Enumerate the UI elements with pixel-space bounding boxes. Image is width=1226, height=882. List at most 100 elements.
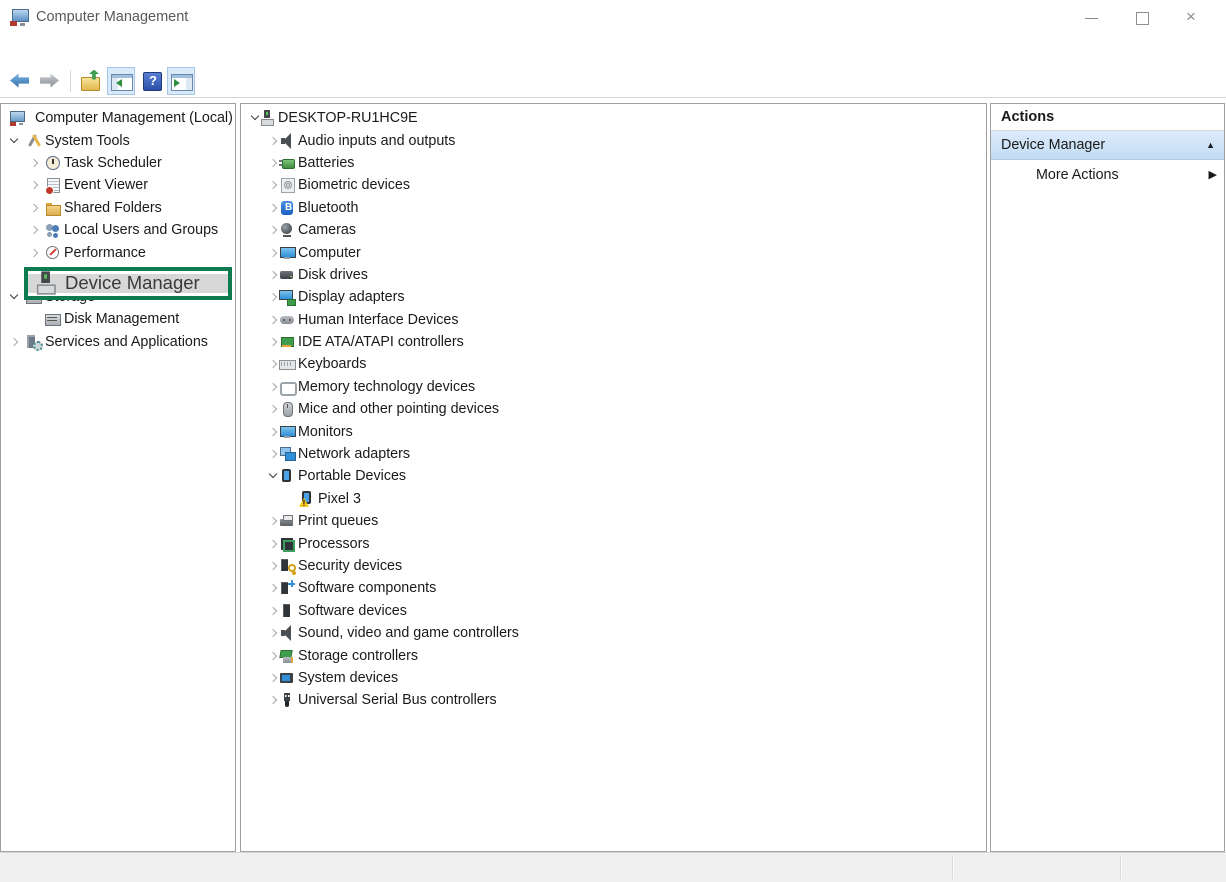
chevron-icon[interactable] [267,289,279,305]
tree-item-label: Computer Management (Local) [35,110,233,126]
show-console-tree-button[interactable] [107,67,135,95]
tree-item-shared-folders[interactable]: Shared Folders [1,197,235,219]
chevron-icon[interactable] [267,648,279,664]
back-button[interactable] [6,67,34,95]
chevron-icon[interactable] [8,133,26,149]
tree-item-biometric-devices[interactable]: Biometric devices [241,174,986,196]
minimize-button[interactable] [1066,0,1116,36]
tree-item-sound-video-and-game-controllers[interactable]: Sound, video and game controllers [241,622,986,644]
display-adapters-icon [279,289,295,305]
tree-item-security-devices[interactable]: Security devices [241,555,986,577]
chevron-icon[interactable] [28,311,45,327]
tree-item-label: Display adapters [298,289,405,305]
chevron-icon[interactable] [28,222,45,238]
chevron-icon[interactable] [8,334,26,350]
tree-item-processors[interactable]: Processors [241,532,986,554]
tree-item-ide-ata-atapi-controllers[interactable]: IDE ATA/ATAPI controllers [241,331,986,353]
collapse-icon[interactable]: ▲ [1206,140,1215,150]
chevron-icon[interactable] [267,513,279,529]
tree-item-label: Cameras [298,222,356,238]
tree-item-bluetooth[interactable]: Bluetooth [241,197,986,219]
chevron-icon[interactable] [249,110,259,126]
chevron-icon[interactable] [28,245,45,261]
tree-item-software-devices[interactable]: Software devices [241,600,986,622]
chevron-icon[interactable] [267,424,279,440]
software-components-icon [279,580,295,596]
chevron-icon[interactable] [267,580,279,596]
more-actions-item[interactable]: More Actions ▶ [991,160,1224,189]
tree-item-pixel-3[interactable]: Pixel 3 [241,488,986,510]
chevron-icon[interactable] [267,200,279,216]
tree-item-computer-management[interactable]: Computer Management (Local) [1,107,235,129]
chevron-icon[interactable] [267,312,279,328]
tree-item-memory-technology-devices[interactable]: Memory technology devices [241,376,986,398]
chevron-icon[interactable] [267,468,279,484]
chevron-icon[interactable] [267,603,279,619]
chevron-icon[interactable] [267,222,279,238]
tree-item-event-viewer[interactable]: Event Viewer [1,174,235,196]
chevron-icon[interactable] [267,379,279,395]
tree-item-desktop-ru1hc9e[interactable]: DESKTOP-RU1HC9E [241,107,986,129]
tree-item-label: Pixel 3 [318,491,361,507]
cameras-icon [279,222,295,238]
chevron-icon[interactable] [267,625,279,641]
tree-item-disk-management[interactable]: Disk Management [1,308,235,330]
tree-item-label: Print queues [298,513,378,529]
chevron-icon[interactable] [267,356,279,372]
chevron-icon[interactable] [267,133,279,149]
chevron-icon[interactable] [28,200,45,216]
forward-button[interactable] [36,67,64,95]
close-button[interactable]: × [1166,0,1216,36]
menu-file[interactable] [11,48,33,54]
actions-group-device-manager[interactable]: Device Manager ▲ [991,131,1224,160]
chevron-icon[interactable] [28,177,45,193]
chevron-icon[interactable] [267,334,279,350]
chevron-icon[interactable] [267,155,279,171]
menu-view[interactable] [55,48,77,54]
chevron-icon[interactable] [267,536,279,552]
tree-item-label: Network adapters [298,446,410,462]
tree-item-computer[interactable]: Computer [241,241,986,263]
menu-action[interactable] [33,48,55,54]
chevron-icon[interactable] [267,401,279,417]
help-button[interactable] [137,67,165,95]
chevron-icon[interactable] [267,670,279,686]
tree-item-portable-devices[interactable]: Portable Devices [241,465,986,487]
tree-item-monitors[interactable]: Monitors [241,420,986,442]
chevron-icon[interactable] [267,446,279,462]
menu-help[interactable] [77,48,99,54]
tree-item-services-and-applications[interactable]: Services and Applications [1,331,235,353]
tree-item-label: Processors [298,536,370,552]
audio-icon [279,133,295,149]
tree-item-disk-drives[interactable]: Disk drives [241,264,986,286]
tree-item-human-interface-devices[interactable]: Human Interface Devices [241,309,986,331]
tree-item-keyboards[interactable]: Keyboards [241,353,986,375]
maximize-button[interactable] [1116,0,1166,36]
tree-item-software-components[interactable]: Software components [241,577,986,599]
tree-item-cameras[interactable]: Cameras [241,219,986,241]
chevron-icon[interactable] [267,245,279,261]
chevron-icon[interactable] [267,558,279,574]
tree-item-display-adapters[interactable]: Display adapters [241,286,986,308]
forward-arrow-icon [39,70,61,92]
tree-item-system-devices[interactable]: System devices [241,667,986,689]
tree-item-audio-inputs-and-outputs[interactable]: Audio inputs and outputs [241,129,986,151]
tree-item-local-users-and-groups[interactable]: Local Users and Groups [1,219,235,241]
tree-item-label: Human Interface Devices [298,312,459,328]
show-action-pane-button[interactable] [167,67,195,95]
tree-item-universal-serial-bus-controllers[interactable]: Universal Serial Bus controllers [241,689,986,711]
tree-item-print-queues[interactable]: Print queues [241,510,986,532]
tree-item-system-tools[interactable]: System Tools [1,129,235,151]
chevron-icon[interactable] [267,692,279,708]
export-list-button[interactable] [77,67,105,95]
tree-item-performance[interactable]: Performance [1,241,235,263]
export-icon [80,70,102,92]
chevron-icon[interactable] [28,155,45,171]
tree-item-network-adapters[interactable]: Network adapters [241,443,986,465]
tree-item-mice-and-other-pointing-devices[interactable]: Mice and other pointing devices [241,398,986,420]
tree-item-storage-controllers[interactable]: Storage controllers [241,644,986,666]
chevron-icon[interactable] [267,267,279,283]
tree-item-batteries[interactable]: Batteries [241,152,986,174]
tree-item-task-scheduler[interactable]: Task Scheduler [1,152,235,174]
chevron-icon[interactable] [267,177,279,193]
